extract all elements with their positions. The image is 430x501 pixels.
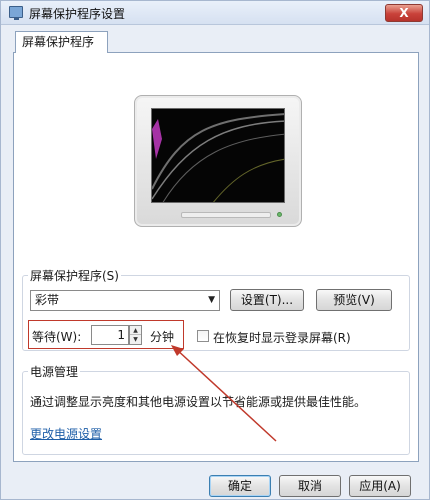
- screensaver-select[interactable]: 彩带 ▼: [30, 290, 220, 311]
- tab-panel: 屏幕保护程序(S) 彩带 ▼ 设置(T)... 预览(V) 等待(W): 1 ▲…: [13, 52, 419, 462]
- power-description: 通过调整显示亮度和其他电源设置以节省能源或提供最佳性能。: [30, 395, 367, 409]
- logon-checkbox-label[interactable]: 在恢复时显示登录屏幕(R): [213, 329, 351, 346]
- power-group-label: 电源管理: [28, 363, 81, 380]
- monitor-icon: [9, 6, 23, 20]
- chevron-down-icon: ▼: [208, 295, 215, 305]
- change-power-settings-link[interactable]: 更改电源设置: [30, 425, 102, 442]
- window-title: 屏幕保护程序设置: [29, 7, 126, 21]
- close-button[interactable]: X: [385, 4, 423, 22]
- wait-highlight-box: [28, 320, 184, 349]
- screensaver-select-value: 彩带: [35, 293, 60, 307]
- ribbons-preview-graphic: [152, 113, 284, 202]
- ok-button[interactable]: 确定: [209, 475, 271, 497]
- tab-screensaver[interactable]: 屏幕保护程序: [15, 31, 108, 53]
- title-bar[interactable]: 屏幕保护程序设置 X: [1, 1, 429, 25]
- monitor-preview: [134, 95, 302, 227]
- preview-button[interactable]: 预览(V): [316, 289, 392, 311]
- power-group: [22, 371, 410, 455]
- apply-button[interactable]: 应用(A): [349, 475, 411, 497]
- settings-button[interactable]: 设置(T)...: [230, 289, 304, 311]
- cancel-button[interactable]: 取消: [279, 475, 341, 497]
- monitor-tray: [181, 212, 271, 218]
- power-led-icon: [277, 212, 282, 217]
- screensaver-group-label: 屏幕保护程序(S): [28, 267, 121, 284]
- screensaver-preview-screen: [151, 108, 285, 203]
- screensaver-settings-window: 屏幕保护程序设置 X 屏幕保护程序 屏幕保护程序(S) 彩带 ▼ 设置(T)..…: [0, 0, 430, 500]
- logon-checkbox[interactable]: [197, 330, 209, 342]
